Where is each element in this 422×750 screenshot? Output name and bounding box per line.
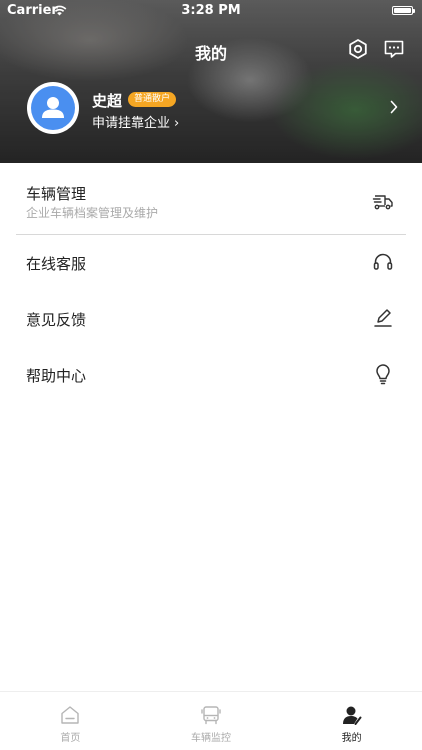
menu-item-feedback[interactable]: 意见反馈 — [0, 291, 422, 347]
home-icon — [61, 706, 80, 724]
tab-bar: 首页 车辆监控 我的 — [0, 691, 422, 750]
user-type-badge: 普通散户 — [128, 92, 177, 107]
apply-affiliation-link[interactable]: 申请挂靠企业 › — [92, 112, 179, 131]
menu-item-online-support[interactable]: 在线客服 — [0, 235, 422, 291]
battery-icon — [392, 6, 415, 15]
profile-header: Carrier 3:28 PM 我的 史超 普通散户 申请挂靠企业 › — [0, 0, 422, 163]
avatar[interactable] — [27, 82, 79, 134]
menu-item-label: 在线客服 — [26, 255, 87, 273]
tab-label: 车辆监控 — [191, 733, 231, 744]
tab-label: 我的 — [341, 733, 362, 744]
headset-icon — [373, 253, 393, 270]
apply-affiliation-label: 申请挂靠企业 — [92, 116, 171, 131]
tab-label: 首页 — [60, 733, 81, 744]
user-avatar-icon — [42, 97, 64, 118]
menu-item-label: 车辆管理 — [26, 185, 87, 203]
settings-menu: 车辆管理 企业车辆档案管理及维护 在线客服 意见反馈 帮助中心 — [0, 163, 422, 403]
user-icon — [342, 706, 362, 725]
tab-home[interactable]: 首页 — [0, 692, 141, 750]
lightbulb-icon — [376, 364, 390, 385]
profile-card[interactable]: 史超 普通散户 申请挂靠企业 › — [0, 80, 422, 136]
menu-item-help-center[interactable]: 帮助中心 — [0, 347, 422, 403]
menu-item-label: 意见反馈 — [26, 311, 87, 329]
tab-mine[interactable]: 我的 — [281, 692, 422, 750]
message-icon[interactable] — [383, 38, 405, 60]
settings-icon[interactable] — [347, 38, 369, 60]
user-name: 史超 — [92, 92, 123, 110]
chevron-right-icon[interactable] — [390, 100, 398, 114]
status-time: 3:28 PM — [181, 3, 241, 18]
chevron-right-icon: › — [174, 116, 180, 131]
tab-vehicle-monitor[interactable]: 车辆监控 — [141, 692, 282, 750]
edit-icon — [374, 309, 392, 327]
truck-icon — [372, 195, 393, 210]
menu-item-vehicle-management[interactable]: 车辆管理 企业车辆档案管理及维护 — [0, 163, 422, 234]
bus-icon — [201, 706, 221, 725]
status-bar: Carrier 3:28 PM — [0, 0, 422, 22]
menu-item-description: 企业车辆档案管理及维护 — [26, 206, 159, 220]
menu-item-label: 帮助中心 — [26, 367, 87, 385]
